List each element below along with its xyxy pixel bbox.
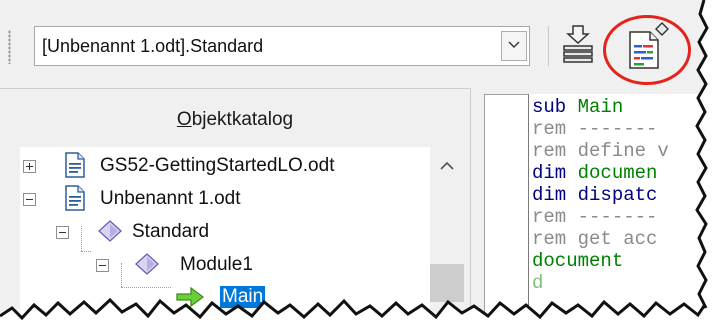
- basic-ide-window: [Unbenannt 1.odt].Standard Objektkatalog…: [0, 0, 713, 327]
- torn-edge-decoration: [0, 0, 713, 327]
